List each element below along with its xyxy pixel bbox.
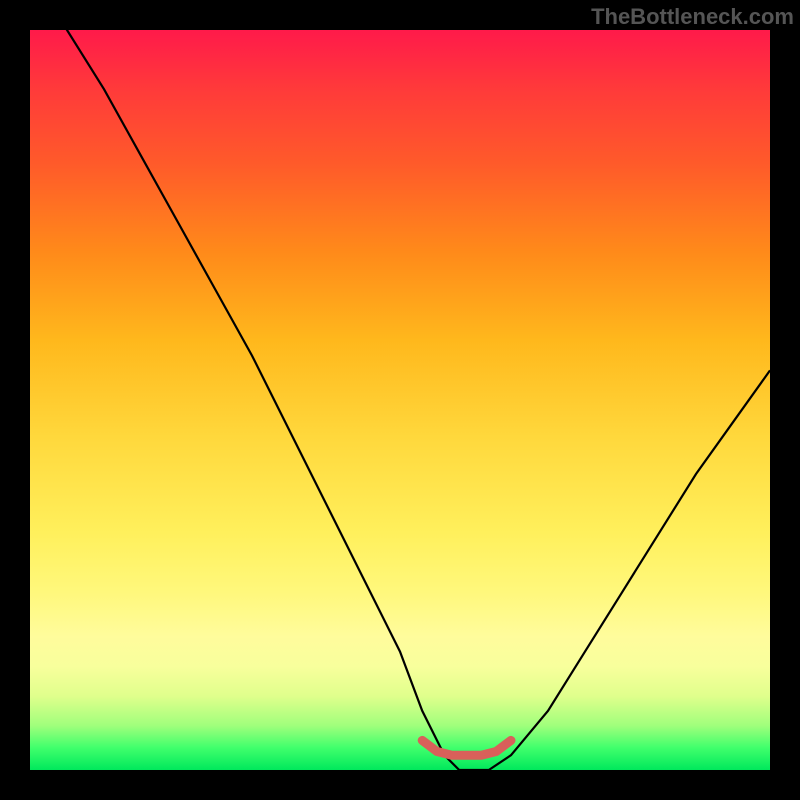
chart-svg xyxy=(30,30,770,770)
bottleneck-curve-path xyxy=(30,30,770,770)
flat-marker-path xyxy=(422,740,511,755)
watermark-text: TheBottleneck.com xyxy=(591,4,794,30)
chart-plot-area xyxy=(30,30,770,770)
